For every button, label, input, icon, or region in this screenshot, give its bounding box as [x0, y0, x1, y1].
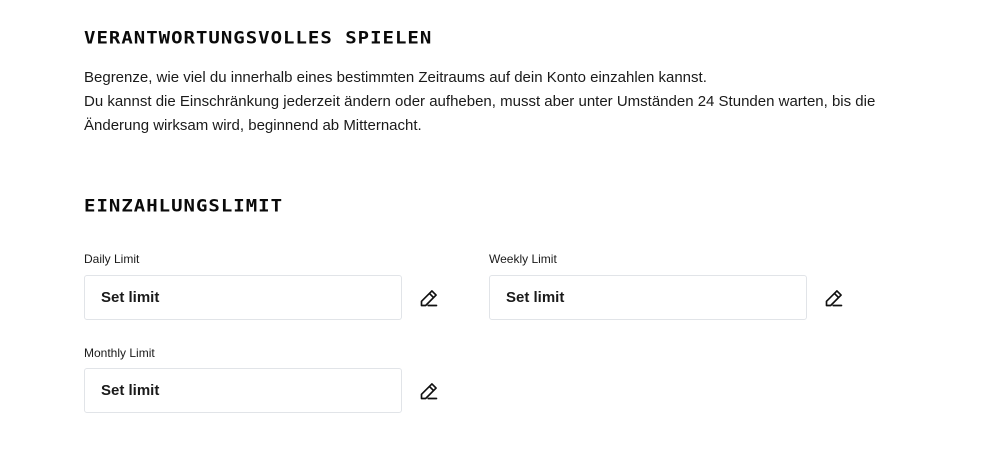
pencil-icon — [420, 290, 438, 307]
pencil-icon — [420, 383, 438, 400]
deposit-limit-title: EINZAHLUNGSLIMIT — [84, 196, 284, 216]
description-line: Du kannst die Einschränkung jederzeit än… — [84, 93, 876, 134]
daily-limit-input[interactable] — [84, 275, 402, 320]
responsible-gaming-title: VERANTWORTUNGSVOLLES SPIELEN — [84, 28, 433, 48]
daily-limit-label: Daily Limit — [84, 252, 140, 266]
weekly-limit-input[interactable] — [489, 275, 807, 320]
daily-limit-edit-button[interactable] — [417, 286, 441, 310]
weekly-limit-edit-button[interactable] — [822, 286, 846, 310]
weekly-limit-label: Weekly Limit — [489, 252, 557, 266]
monthly-limit-edit-button[interactable] — [417, 379, 441, 403]
pencil-icon — [825, 290, 843, 307]
monthly-limit-input[interactable] — [84, 368, 402, 413]
responsible-gaming-description: Begrenze, wie viel du innerhalb eines be… — [84, 66, 944, 138]
monthly-limit-label: Monthly Limit — [84, 346, 155, 360]
description-line: Begrenze, wie viel du innerhalb eines be… — [84, 69, 707, 86]
